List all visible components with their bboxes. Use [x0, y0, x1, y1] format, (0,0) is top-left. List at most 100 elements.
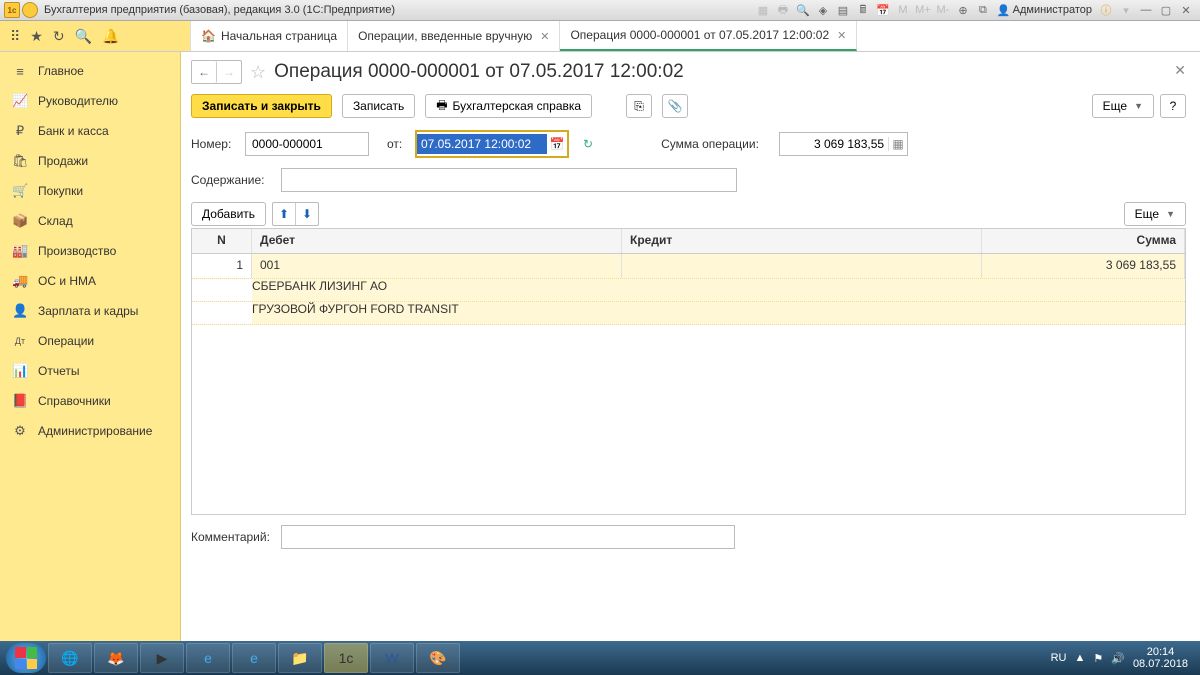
- taskbar-word[interactable]: W: [370, 643, 414, 673]
- system-tray[interactable]: RU ▲ ⚑ 🔊 20:1408.07.2018: [1051, 646, 1194, 670]
- col-debit[interactable]: Дебет: [252, 229, 622, 253]
- col-credit[interactable]: Кредит: [622, 229, 982, 253]
- m-minus-icon[interactable]: M-: [935, 2, 951, 18]
- sidebar-item-operations[interactable]: ДтОперации: [0, 326, 180, 356]
- close-icon[interactable]: ✕: [837, 29, 846, 42]
- taskbar-firefox[interactable]: 🦊: [94, 643, 138, 673]
- tb-icon-10[interactable]: ⧉: [975, 2, 991, 18]
- table-row[interactable]: ГРУЗОВОЙ ФУРГОН FORD TRANSIT: [192, 302, 1185, 325]
- table-row[interactable]: СБЕРБАНК ЛИЗИНГ АО: [192, 279, 1185, 302]
- refresh-icon[interactable]: ↻: [583, 137, 593, 151]
- tab-operation-detail[interactable]: Операция 0000-000001 от 07.05.2017 12:00…: [560, 21, 857, 51]
- tb-icon-9[interactable]: ⊕: [955, 2, 971, 18]
- sidebar-item-main[interactable]: ≡Главное: [0, 56, 180, 86]
- tab-home[interactable]: 🏠Начальная страница: [191, 21, 348, 51]
- maximize-icon[interactable]: ▢: [1158, 2, 1174, 18]
- sidebar-item-assets[interactable]: 🚚ОС и НМА: [0, 266, 180, 296]
- start-button[interactable]: [6, 643, 46, 673]
- history-icon[interactable]: ↻: [53, 28, 65, 45]
- col-sum[interactable]: Сумма: [982, 229, 1185, 253]
- sidebar-item-salary[interactable]: 👤Зарплата и кадры: [0, 296, 180, 326]
- move-down-button[interactable]: ⬇: [296, 203, 318, 225]
- close-window-icon[interactable]: ✕: [1178, 2, 1194, 18]
- tabs: 🏠Начальная страница Операции, введенные …: [191, 21, 857, 51]
- close-icon[interactable]: ✕: [540, 30, 549, 43]
- sidebar: ≡Главное 📈Руководителю ₽Банк и касса 🛍Пр…: [0, 52, 181, 644]
- comment-input[interactable]: [281, 525, 735, 549]
- search-icon[interactable]: 🔍: [75, 28, 92, 45]
- tray-sound-icon[interactable]: 🔊: [1111, 652, 1125, 665]
- taskbar-chrome[interactable]: 🌐: [48, 643, 92, 673]
- m-plus-icon[interactable]: M+: [915, 2, 931, 18]
- more-button[interactable]: Еще▼: [1092, 94, 1154, 118]
- calc-icon[interactable]: 🖩: [855, 2, 871, 18]
- tab-operations[interactable]: Операции, введенные вручную✕: [348, 21, 560, 51]
- date-field[interactable]: 📅: [415, 130, 569, 158]
- star-icon[interactable]: ★: [30, 28, 43, 45]
- sidebar-item-reports[interactable]: 📊Отчеты: [0, 356, 180, 386]
- grid-body[interactable]: 1 001 3 069 183,55 СБЕРБАНК ЛИЗИНГ АО ГР…: [192, 254, 1185, 514]
- table-row[interactable]: 1 001 3 069 183,55: [192, 254, 1185, 279]
- dropdown-icon[interactable]: ▾: [1118, 2, 1134, 18]
- tray-clock[interactable]: 20:1408.07.2018: [1133, 646, 1188, 670]
- tb-icon-5[interactable]: ▤: [835, 2, 851, 18]
- close-page-icon[interactable]: ✕: [1174, 62, 1186, 79]
- truck-icon: 🚚: [12, 273, 28, 289]
- entries-grid: N Дебет Кредит Сумма 1 001 3 069 183,55 …: [191, 228, 1186, 515]
- apps-icon[interactable]: ⠿: [10, 28, 20, 45]
- acc-report-button[interactable]: 🖶Бухгалтерская справка: [425, 94, 592, 118]
- save-button[interactable]: Записать: [342, 94, 415, 118]
- date-input[interactable]: [417, 134, 547, 154]
- content-label: Содержание:: [191, 173, 273, 187]
- taskbar-player[interactable]: ▶: [140, 643, 184, 673]
- tb-icon-3[interactable]: 🔍: [795, 2, 811, 18]
- sidebar-item-sales[interactable]: 🛍Продажи: [0, 146, 180, 176]
- tray-flag-icon[interactable]: ⚑: [1093, 652, 1103, 665]
- taskbar-ie[interactable]: e: [186, 643, 230, 673]
- sum-field[interactable]: ▦: [779, 132, 908, 156]
- taskbar-edge[interactable]: e: [232, 643, 276, 673]
- sidebar-item-admin[interactable]: ⚙Администрирование: [0, 416, 180, 446]
- calendar-picker-icon[interactable]: 📅: [547, 137, 567, 151]
- gear-icon: ⚙: [12, 423, 28, 439]
- taskbar-1c[interactable]: 1c: [324, 643, 368, 673]
- forward-button[interactable]: →: [217, 61, 241, 83]
- number-input[interactable]: [245, 132, 369, 156]
- minimize-icon[interactable]: —: [1138, 2, 1154, 18]
- favorite-icon[interactable]: ☆: [250, 62, 266, 83]
- sidebar-item-purchases[interactable]: 🛒Покупки: [0, 176, 180, 206]
- tray-lang[interactable]: RU: [1051, 652, 1067, 664]
- tb-icon-1[interactable]: ▦: [755, 2, 771, 18]
- m-icon[interactable]: M: [895, 2, 911, 18]
- content-input[interactable]: [281, 168, 737, 192]
- based-on-button[interactable]: ⎘: [626, 94, 652, 118]
- help-button[interactable]: ?: [1160, 94, 1186, 118]
- taskbar-explorer[interactable]: 📁: [278, 643, 322, 673]
- admin-user[interactable]: 👤Администратор: [997, 4, 1092, 17]
- page-title: Операция 0000-000001 от 07.05.2017 12:00…: [274, 61, 684, 83]
- sidebar-item-manager[interactable]: 📈Руководителю: [0, 86, 180, 116]
- print-icon[interactable]: 🖶: [775, 2, 791, 18]
- calendar-icon[interactable]: 📅: [875, 2, 891, 18]
- table-more-button[interactable]: Еще▼: [1124, 202, 1186, 226]
- sum-input[interactable]: [780, 137, 888, 151]
- sidebar-item-warehouse[interactable]: 📦Склад: [0, 206, 180, 236]
- info-icon[interactable]: ⓘ: [1098, 2, 1114, 18]
- toolbar: ⠿ ★ ↻ 🔍 🔔 🏠Начальная страница Операции, …: [0, 21, 1200, 52]
- add-button[interactable]: Добавить: [191, 202, 266, 226]
- taskbar-paint[interactable]: 🎨: [416, 643, 460, 673]
- sidebar-item-bank[interactable]: ₽Банк и касса: [0, 116, 180, 146]
- sum-label: Сумма операции:: [661, 137, 771, 151]
- calculator-icon[interactable]: ▦: [888, 137, 907, 151]
- sidebar-item-directories[interactable]: 📕Справочники: [0, 386, 180, 416]
- attach-button[interactable]: 📎: [662, 94, 688, 118]
- tb-icon-4[interactable]: ◈: [815, 2, 831, 18]
- bell-icon[interactable]: 🔔: [102, 28, 119, 45]
- date-label: от:: [387, 137, 407, 151]
- move-up-button[interactable]: ⬆: [273, 203, 296, 225]
- back-button[interactable]: ←: [192, 61, 217, 83]
- save-close-button[interactable]: Записать и закрыть: [191, 94, 332, 118]
- sidebar-item-production[interactable]: 🏭Производство: [0, 236, 180, 266]
- tray-up-icon[interactable]: ▲: [1074, 652, 1085, 664]
- col-n[interactable]: N: [192, 229, 252, 253]
